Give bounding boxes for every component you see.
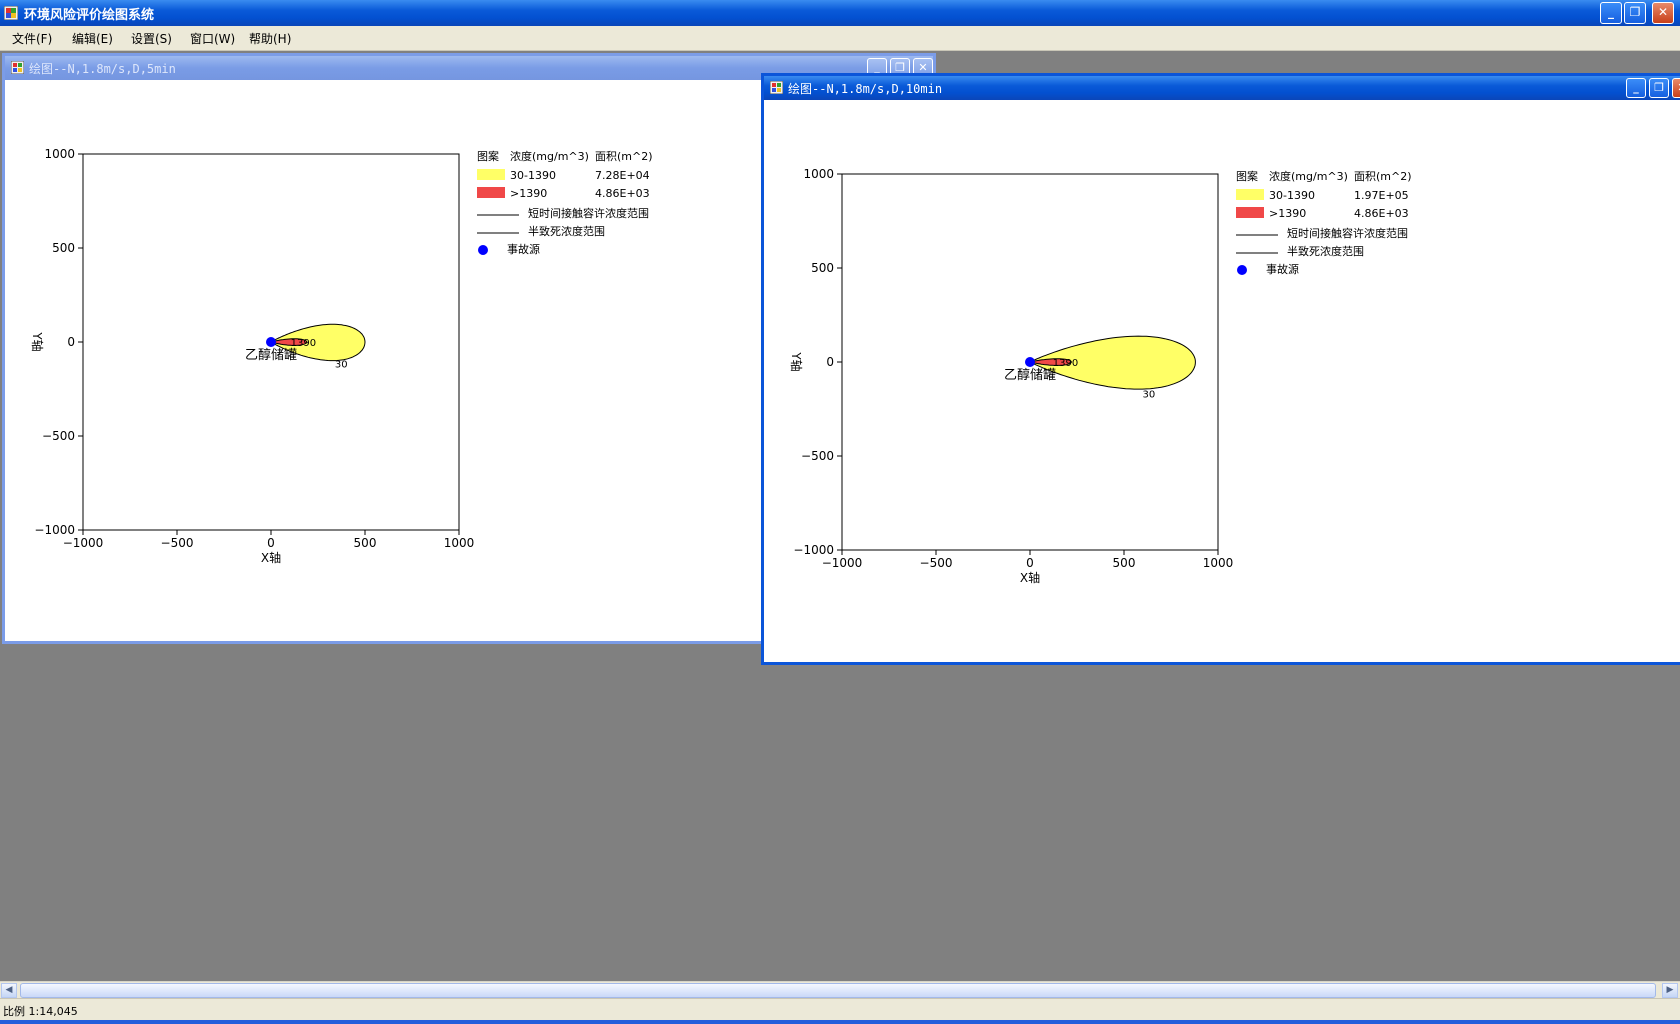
source-label: 乙醇储罐	[1004, 367, 1056, 383]
menu-help[interactable]: 帮助(H)	[249, 30, 291, 47]
menu-edit[interactable]: 编辑(E)	[72, 30, 113, 47]
source-label: 乙醇储罐	[245, 347, 297, 363]
y-tick-label: 500	[811, 261, 834, 275]
arrow-left-icon: ◀	[5, 985, 13, 995]
legend-range: 30-1390	[510, 169, 556, 182]
scroll-left-button[interactable]: ◀	[1, 983, 17, 998]
legend-range: >1390	[510, 187, 547, 200]
y-tick-label: −1000	[34, 523, 75, 537]
y-tick-label: 1000	[44, 147, 75, 161]
y-tick-label: 0	[826, 355, 834, 369]
legend-label-source: 事故源	[507, 242, 540, 256]
legend-swatch	[477, 169, 505, 180]
app-close-button[interactable]: ✕	[1652, 2, 1674, 24]
x-tick-label: −500	[920, 556, 953, 570]
legend-header-area: 面积(m^2)	[1354, 170, 1412, 183]
scroll-thumb[interactable]	[20, 983, 1656, 998]
legend-area-value: 4.86E+03	[595, 187, 650, 200]
x-tick-label: 500	[1113, 556, 1136, 570]
x-tick-label: −500	[161, 536, 194, 550]
contour-label-30: 30	[1142, 389, 1155, 400]
legend-header-concentration: 浓度(mg/m^3)	[1269, 169, 1348, 183]
plot-window-10min[interactable]: 绘图--N,1.8m/s,D,10min _ ❐ ✕ 1390 30 −1000 −5…	[761, 73, 1680, 665]
child-window-title: 绘图--N,1.8m/s,D,10min	[788, 82, 943, 96]
x-axis-label: X轴	[1020, 570, 1040, 585]
legend-swatch	[1236, 207, 1264, 218]
x-tick-label: −1000	[63, 536, 104, 550]
minimize-icon: _	[1633, 81, 1639, 94]
legend-swatch	[1236, 189, 1264, 200]
child-maximize-button[interactable]: ❐	[1649, 78, 1669, 98]
contour-label-1390: 1390	[1053, 358, 1078, 369]
legend-label-lc50: 半致死浓度范围	[528, 224, 605, 238]
scroll-right-button[interactable]: ▶	[1662, 983, 1678, 998]
app-title-bar[interactable]: 环境风险评价绘图系统 _ ❐ ✕	[0, 0, 1680, 26]
y-axis-label: Y轴	[789, 351, 804, 371]
legend-area-value: 4.86E+03	[1354, 207, 1409, 220]
legend-swatch	[477, 187, 505, 198]
source-point-marker	[1025, 357, 1035, 367]
y-tick-label: 1000	[803, 167, 834, 181]
legend-header-concentration: 浓度(mg/m^3)	[510, 149, 589, 163]
y-tick-label: −1000	[793, 543, 834, 557]
x-tick-label: 0	[267, 536, 275, 550]
legend-range: >1390	[1269, 207, 1306, 220]
menu-window[interactable]: 窗口(W)	[190, 30, 235, 47]
legend-area-value: 7.28E+04	[595, 169, 650, 182]
x-tick-label: 1000	[444, 536, 475, 550]
x-tick-label: 0	[1026, 556, 1034, 570]
legend-source-marker	[1237, 265, 1247, 275]
contour-label-30: 30	[335, 359, 348, 370]
legend-area-value: 1.97E+05	[1354, 189, 1409, 202]
close-icon: ✕	[1657, 5, 1669, 19]
y-axis-label: Y轴	[30, 331, 45, 351]
x-tick-label: 1000	[1203, 556, 1234, 570]
dispersion-plot: 1390 30 −1000 −500 0 500 1000 1000 500 0 −500 −1000…	[789, 167, 1412, 585]
legend-label-stel: 短时间接触容许浓度范围	[1287, 226, 1408, 240]
legend-header-area: 面积(m^2)	[595, 150, 653, 163]
maximize-icon: ❐	[1654, 81, 1664, 94]
mdi-client-area: 绘图--N,1.8m/s,D,5min _ ❐ ✕ 1390 30 −1000 −50…	[0, 51, 1680, 981]
legend-header-pattern: 图案	[1236, 169, 1258, 183]
y-tick-label: 0	[67, 335, 75, 349]
source-point-marker	[266, 337, 276, 347]
legend-label-source: 事故源	[1266, 262, 1299, 276]
menu-file[interactable]: 文件(F)	[12, 30, 52, 47]
minimize-icon: _	[1608, 5, 1614, 19]
legend-range: 30-1390	[1269, 189, 1315, 202]
horizontal-scrollbar[interactable]: ◀ ▶	[0, 981, 1680, 999]
y-tick-label: −500	[42, 429, 75, 443]
child-close-button[interactable]: ✕	[1672, 78, 1680, 98]
status-bar: 比例 1:14,045	[0, 998, 1680, 1021]
y-tick-label: −500	[801, 449, 834, 463]
arrow-right-icon: ▶	[1666, 985, 1674, 995]
child-minimize-button[interactable]: _	[1626, 78, 1646, 98]
child-title-bar[interactable]: 绘图--N,1.8m/s,D,10min _ ❐ ✕	[764, 76, 1680, 100]
app-minimize-button[interactable]: _	[1600, 2, 1622, 24]
x-tick-label: 500	[354, 536, 377, 550]
legend-label-lc50: 半致死浓度范围	[1287, 244, 1364, 258]
legend-source-marker	[478, 245, 488, 255]
y-tick-label: 500	[52, 241, 75, 255]
app-title: 环境风险评价绘图系统	[24, 8, 155, 23]
window-icon	[770, 81, 783, 94]
menu-bar: 文件(F) 编辑(E) 设置(S) 窗口(W) 帮助(H)	[0, 26, 1680, 51]
restore-icon: ❐	[1629, 5, 1641, 19]
taskbar-strip	[0, 1020, 1680, 1024]
x-axis-label: X轴	[261, 550, 281, 565]
legend-header-pattern: 图案	[477, 149, 499, 163]
scale-readout: 比例 1:14,045	[3, 1005, 78, 1018]
menu-settings[interactable]: 设置(S)	[131, 30, 172, 47]
app-icon	[4, 6, 18, 20]
x-tick-label: −1000	[822, 556, 863, 570]
legend-label-stel: 短时间接触容许浓度范围	[528, 206, 649, 220]
window-icon	[11, 61, 24, 74]
app-restore-button[interactable]: ❐	[1624, 2, 1646, 24]
child-window-title: 绘图--N,1.8m/s,D,5min	[29, 62, 176, 76]
